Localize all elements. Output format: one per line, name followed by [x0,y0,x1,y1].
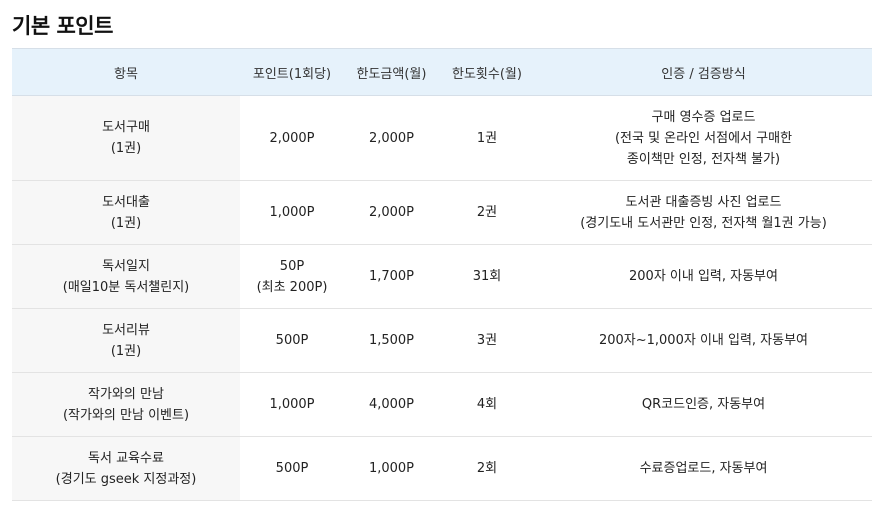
cell-limit-count: 1권 [439,95,535,181]
cell-points: 50P (최초 200P) [240,244,344,309]
method-line: 도서관 대출증빙 사진 업로드 [625,194,782,210]
cell-limit-amount: 1,500P [344,308,439,373]
cell-method: 200자~1,000자 이내 입력, 자동부여 [535,308,872,373]
cell-limit-amount: 2,000P [344,180,439,245]
cell-limit-count: 2회 [439,436,535,501]
points-note: (최초 200P) [256,279,328,295]
points-value: 2,000P [269,130,315,146]
cell-points: 1,000P [240,372,344,437]
method-line: 200자 이내 입력, 자동부여 [629,269,778,284]
cell-item: 독서일지 (매일10분 독서챌린지) [12,244,240,309]
method-line: (전국 및 온라인 서점에서 구매한 [614,130,793,146]
points-value: 1,000P [269,397,315,412]
table-row: 독서 교육수료 (경기도 gseek 지정과정) 500P 1,000P 2회 … [12,436,872,501]
cell-limit-count: 31회 [439,244,535,309]
header-limit-count: 한도횟수(월) [439,48,535,96]
item-name: 도서구매 [102,120,150,135]
item-name: 독서 교육수료 [88,450,164,466]
item-note: (작가와의 만남 이벤트) [62,407,190,423]
item-note: (1권) [110,141,142,156]
points-value: 500P [275,333,309,348]
method-line: QR코드인증, 자동부여 [641,397,766,412]
cell-points: 2,000P [240,95,344,181]
cell-item: 도서리뷰 (1권) [12,308,240,373]
cell-limit-count: 4회 [439,372,535,437]
table-row: 도서대출 (1권) 1,000P 2,000P 2권 도서관 대출증빙 사진 업… [12,180,872,245]
cell-item: 독서 교육수료 (경기도 gseek 지정과정) [12,436,240,501]
cell-limit-count: 2권 [439,180,535,245]
item-name: 독서일지 [102,258,150,274]
points-value: 1,000P [269,205,315,220]
method-line: 200자~1,000자 이내 입력, 자동부여 [598,333,809,348]
item-name: 도서리뷰 [102,322,150,338]
cell-method: QR코드인증, 자동부여 [535,372,872,437]
header-item: 항목 [12,48,240,96]
cell-method: 200자 이내 입력, 자동부여 [535,244,872,309]
cell-limit-amount: 1,700P [344,244,439,309]
cell-item: 작가와의 만남 (작가와의 만남 이벤트) [12,372,240,437]
cell-limit-amount: 2,000P [344,95,439,181]
cell-limit-count: 3권 [439,308,535,373]
table-row: 작가와의 만남 (작가와의 만남 이벤트) 1,000P 4,000P 4회 Q… [12,372,872,437]
header-points: 포인트(1회당) [240,48,344,96]
item-note: (매일10분 독서챌린지) [62,279,190,295]
item-note: (경기도 gseek 지정과정) [55,471,197,487]
method-line: 구매 영수증 업로드 [651,109,756,125]
item-name: 작가와의 만남 [88,386,164,402]
cell-limit-amount: 4,000P [344,372,439,437]
cell-method: 구매 영수증 업로드 (전국 및 온라인 서점에서 구매한 종이책만 인정, 전… [535,95,872,181]
table-header-row: 항목 포인트(1회당) 한도금액(월) 한도횟수(월) 인증 / 검증방식 [12,48,872,96]
header-method: 인증 / 검증방식 [535,48,872,96]
points-table: 항목 포인트(1회당) 한도금액(월) 한도횟수(월) 인증 / 검증방식 도서… [12,48,872,501]
cell-method: 수료증업로드, 자동부여 [535,436,872,501]
points-value: 50P [279,258,305,274]
item-note: (1권) [110,343,142,359]
header-limit-amount: 한도금액(월) [344,48,439,96]
cell-points: 500P [240,308,344,373]
points-value: 500P [275,461,309,476]
cell-points: 500P [240,436,344,501]
cell-method: 도서관 대출증빙 사진 업로드 (경기도내 도서관만 인정, 전자책 월1권 가… [535,180,872,245]
item-note: (1권) [110,215,142,231]
method-line: 수료증업로드, 자동부여 [639,461,768,476]
method-line: 종이책만 인정, 전자책 불가) [626,151,781,167]
table-row: 독서일지 (매일10분 독서챌린지) 50P (최초 200P) 1,700P … [12,244,872,309]
method-line: (경기도내 도서관만 인정, 전자책 월1권 가능) [580,215,827,231]
cell-item: 도서대출 (1권) [12,180,240,245]
cell-item: 도서구매 (1권) [12,95,240,181]
table-row: 도서리뷰 (1권) 500P 1,500P 3권 200자~1,000자 이내 … [12,308,872,373]
table-row: 도서구매 (1권) 2,000P 2,000P 1권 구매 영수증 업로드 (전… [12,95,872,181]
cell-points: 1,000P [240,180,344,245]
page-title: 기본 포인트 [12,14,113,38]
cell-limit-amount: 1,000P [344,436,439,501]
item-name: 도서대출 [102,194,150,210]
